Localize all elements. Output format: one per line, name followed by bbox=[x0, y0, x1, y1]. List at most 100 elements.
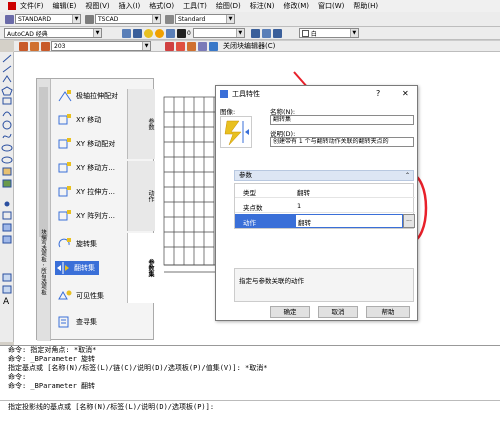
property-row-action-label[interactable]: 动作 bbox=[235, 214, 295, 228]
chevron-down-icon: ▼ bbox=[93, 29, 101, 37]
palette-item-xy-move-pair[interactable]: XY 移动配对 bbox=[57, 137, 115, 151]
close-button[interactable]: ✕ bbox=[402, 89, 409, 98]
authoring-icon[interactable] bbox=[165, 41, 174, 51]
palette-item-xy-array-box[interactable]: XY 阵列方... bbox=[57, 209, 115, 223]
chevron-down-icon: ▼ bbox=[152, 15, 160, 23]
menu-modify[interactable]: 修改(M) bbox=[283, 1, 309, 11]
palette-item-visibility-set[interactable]: 可见性集 bbox=[57, 289, 104, 303]
layer-color-swatch bbox=[177, 28, 186, 38]
menu-edit[interactable]: 编辑(E) bbox=[53, 1, 77, 11]
flip-set-icon bbox=[55, 261, 71, 275]
lock-icon bbox=[166, 28, 175, 38]
xy-move-pair-icon bbox=[57, 137, 73, 151]
action-ellipsis-button[interactable]: ... bbox=[403, 214, 415, 228]
command-history-line: 命令: 指定对角点: *取消* bbox=[8, 346, 97, 354]
visibility-set-icon bbox=[57, 289, 73, 303]
xy-move-icon bbox=[57, 113, 73, 127]
menu-view[interactable]: 视图(V) bbox=[85, 1, 109, 11]
collapse-icon[interactable]: ⌃ bbox=[405, 171, 410, 180]
edit-block-icon[interactable] bbox=[19, 41, 28, 51]
command-history-line: 命令: _BParameter 翻转 bbox=[8, 382, 96, 390]
text-style-select[interactable]: STANDARD ▼ bbox=[15, 14, 81, 24]
dialog-title: 工具特性 bbox=[232, 90, 260, 98]
chevron-down-icon: ▼ bbox=[142, 42, 150, 50]
info-icon[interactable] bbox=[209, 41, 218, 51]
menu-window[interactable]: 窗口(W) bbox=[318, 1, 344, 11]
command-history-line bbox=[0, 391, 500, 400]
tool-image[interactable] bbox=[220, 116, 252, 148]
menu-insert[interactable]: 插入(I) bbox=[119, 1, 141, 11]
image-label: 图像: bbox=[220, 108, 236, 116]
styles-toolbar: STANDARD ▼ TSCAD ▼ Standard ▼ bbox=[0, 12, 500, 27]
palette-scrollbar[interactable] bbox=[39, 87, 48, 237]
menu-format[interactable]: 格式(O) bbox=[149, 1, 174, 11]
menu-file[interactable]: 文件(F) bbox=[20, 1, 44, 11]
dialog-help-button[interactable]: 帮助 bbox=[366, 306, 410, 318]
palette-item-xy-stretch-box[interactable]: XY 拉伸方... bbox=[57, 185, 115, 199]
flip-tool-icon bbox=[224, 120, 249, 146]
sun-icon bbox=[155, 28, 164, 38]
chevron-down-icon: ▼ bbox=[72, 15, 80, 23]
command-history-line: 命令: _BParameter 旋转 bbox=[8, 355, 96, 363]
palette-item-lookup-set[interactable]: 查寻集 bbox=[57, 315, 97, 329]
lookup-set-icon bbox=[57, 315, 73, 329]
menu-dimension[interactable]: 标注(N) bbox=[250, 1, 275, 11]
dim-style-select[interactable]: TSCAD ▼ bbox=[95, 14, 161, 24]
draw-tool-icons: A bbox=[1, 54, 13, 307]
chevron-down-icon: ▼ bbox=[349, 29, 358, 37]
xy-stretch-box-icon bbox=[57, 185, 73, 199]
menu-help[interactable]: 帮助(H) bbox=[353, 1, 378, 11]
close-block-editor-button[interactable]: 关闭块编辑器(C) bbox=[223, 41, 275, 51]
layer-previous-icon[interactable] bbox=[250, 28, 260, 38]
menu-draw[interactable]: 绘图(D) bbox=[216, 1, 241, 11]
tab-parameter-sets[interactable]: 参数集 bbox=[127, 233, 155, 303]
layer-select[interactable]: ▼ bbox=[192, 28, 245, 38]
action-icon[interactable] bbox=[187, 41, 196, 51]
layer-state-icon[interactable] bbox=[261, 28, 271, 38]
save-block-as-icon[interactable] bbox=[41, 41, 50, 51]
workspace-select[interactable]: AutoCAD 经典 ▼ bbox=[4, 28, 102, 38]
xy-array-box-icon bbox=[57, 209, 73, 223]
palette-item-flip-set[interactable]: 翻转集 bbox=[55, 261, 99, 275]
command-window[interactable]: 命令: 指定对角点: *取消* 命令: _BParameter 旋转 指定基点或… bbox=[0, 345, 500, 424]
tab-parameters[interactable]: 参数 bbox=[127, 89, 155, 159]
parameters-section-header[interactable]: 参数 ⌃ bbox=[234, 170, 414, 181]
block-authoring-palette: 块编写选项板 - 所有选项板 极轴拉伸配对 XY 移动 XY 移动配对 XY 移… bbox=[36, 78, 155, 341]
property-row-type[interactable]: 类型 翻转 bbox=[235, 184, 415, 198]
palette-item-xy-move-box[interactable]: XY 移动方... bbox=[57, 161, 115, 175]
layer-manager-icon[interactable] bbox=[133, 28, 142, 38]
ok-button[interactable]: 确定 bbox=[270, 306, 310, 318]
table-style-select[interactable]: Standard ▼ bbox=[175, 14, 235, 24]
palette-item-polar-stretch-pair[interactable]: 极轴拉伸配对 bbox=[57, 89, 118, 103]
property-row-grip-count[interactable]: 夹点数 1 bbox=[235, 199, 415, 213]
svg-text:A: A bbox=[3, 297, 10, 307]
update-parameter-icon[interactable] bbox=[176, 41, 185, 51]
cancel-button[interactable]: 取消 bbox=[318, 306, 358, 318]
properties-grid: 类型 翻转 夹点数 1 动作 翻转 ... bbox=[234, 183, 415, 229]
layer-tool-icon[interactable] bbox=[272, 28, 282, 38]
description-field[interactable]: 创建带有 1 个与翻转动作关联的翻转夹点的 bbox=[270, 137, 414, 147]
dialog-app-icon bbox=[220, 90, 228, 98]
polar-stretch-icon bbox=[57, 89, 73, 103]
rotation-set-icon bbox=[57, 237, 73, 251]
text-style-icon bbox=[5, 14, 14, 24]
chevron-down-icon: ▼ bbox=[235, 29, 244, 37]
save-block-icon[interactable] bbox=[30, 41, 39, 51]
color-select[interactable]: 白 ▼ bbox=[298, 28, 359, 38]
block-name-field[interactable]: 203 ▼ bbox=[51, 41, 151, 51]
palette-item-rotation-set[interactable]: 旋转集 bbox=[57, 237, 97, 251]
menu-tools[interactable]: 工具(T) bbox=[183, 1, 207, 11]
workspace-settings-icon[interactable] bbox=[122, 28, 131, 38]
tab-actions[interactable]: 动作 bbox=[127, 161, 155, 231]
name-field[interactable]: 翻转集 bbox=[270, 115, 414, 125]
xy-move-box-icon bbox=[57, 161, 73, 175]
bulb-icon bbox=[144, 28, 153, 38]
dialog-title-bar: 工具特性 ? ✕ bbox=[216, 86, 417, 102]
command-prompt[interactable]: 指定投影线的基点或 [名称(N)/标签(L)/说明(D)/选项板(P)]: bbox=[0, 400, 500, 412]
palette-item-xy-move[interactable]: XY 移动 bbox=[57, 113, 101, 127]
visibility-icon[interactable] bbox=[198, 41, 207, 51]
action-value-field[interactable]: 翻转 bbox=[295, 214, 403, 228]
menu-bar: 文件(F) 编辑(E) 视图(V) 插入(I) 格式(O) 工具(T) 绘图(D… bbox=[0, 0, 500, 12]
palette-side-label: 块编写选项板 - 所有选项板 bbox=[40, 229, 46, 295]
help-button[interactable]: ? bbox=[376, 89, 380, 98]
